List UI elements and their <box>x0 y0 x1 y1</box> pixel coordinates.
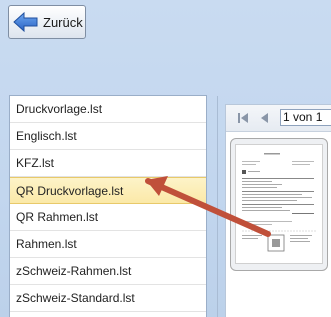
list-item[interactable]: zSchweiz-Rahmen.lst <box>10 258 206 285</box>
list-item[interactable]: Rahmen.lst <box>10 231 206 258</box>
preview-toolbar: 1 von 1 <box>226 105 331 132</box>
thumbnail-page <box>235 144 323 264</box>
list-item[interactable]: zSchweiz-Standard.lst <box>10 285 206 312</box>
page-thumbnail[interactable] <box>230 138 328 271</box>
panel-splitter[interactable] <box>217 96 218 317</box>
list-item[interactable]: Englisch.lst <box>10 123 206 150</box>
back-button-label: Zurück <box>43 14 83 30</box>
back-button[interactable]: Zurück <box>8 5 86 39</box>
arrow-left-icon <box>13 11 38 33</box>
list-item[interactable]: KFZ.lst <box>10 150 206 177</box>
list-item[interactable]: Druckvorlage.lst <box>10 96 206 123</box>
page-number-field[interactable]: 1 von 1 <box>280 109 331 126</box>
list-item-selected[interactable]: QR Druckvorlage.lst <box>10 177 206 204</box>
template-list: Druckvorlage.lst Englisch.lst KFZ.lst QR… <box>9 95 207 317</box>
preview-panel: 1 von 1 <box>225 104 331 317</box>
list-item[interactable]: QR Rahmen.lst <box>10 204 206 231</box>
document-preview-image <box>242 153 316 252</box>
first-page-icon[interactable] <box>236 111 250 125</box>
previous-page-icon[interactable] <box>258 111 272 125</box>
